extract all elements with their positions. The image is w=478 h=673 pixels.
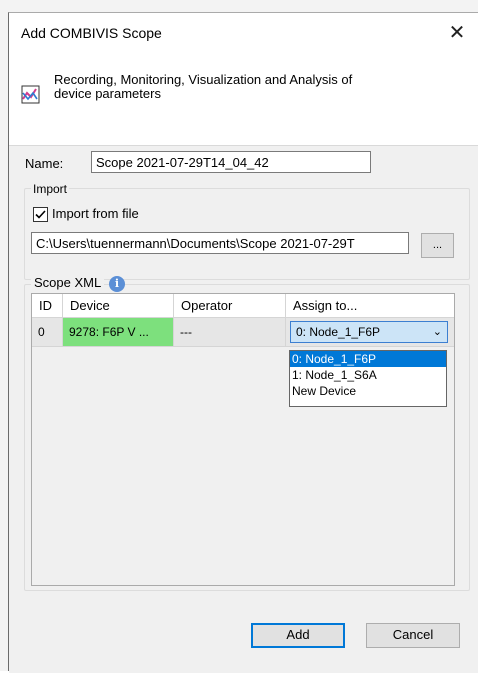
- table-cell-device: 9278: F6P V ...: [63, 318, 174, 347]
- dialog-title: Add COMBIVIS Scope: [21, 25, 162, 41]
- title-bar: Add COMBIVIS Scope ✕: [9, 13, 478, 53]
- column-header-id[interactable]: ID: [32, 294, 63, 318]
- chart-icon: [21, 85, 40, 104]
- column-header-operator[interactable]: Operator: [174, 294, 286, 318]
- dropdown-option[interactable]: New Device: [290, 383, 446, 399]
- info-icon[interactable]: i: [109, 276, 125, 292]
- scope-xml-legend: Scope XML: [31, 275, 105, 290]
- dropdown-option[interactable]: 1: Node_1_S6A: [290, 367, 446, 383]
- checkmark-icon: [35, 210, 46, 219]
- import-from-file-checkbox[interactable]: [33, 207, 48, 222]
- assign-to-value: 0: Node_1_F6P: [296, 325, 381, 339]
- name-input[interactable]: Scope 2021-07-29T14_04_42: [91, 151, 371, 173]
- add-button[interactable]: Add: [251, 623, 345, 648]
- table-cell-operator: ---: [174, 318, 286, 347]
- column-header-assign[interactable]: Assign to...: [286, 294, 454, 318]
- table-cell-id: 0: [32, 318, 63, 347]
- dialog-description: Recording, Monitoring, Visualization and…: [54, 73, 434, 101]
- column-header-device[interactable]: Device: [63, 294, 174, 318]
- cancel-button[interactable]: Cancel: [366, 623, 460, 648]
- description-line-2: device parameters: [54, 86, 161, 101]
- scope-table: ID Device Operator Assign to... 0 9278: …: [31, 293, 455, 586]
- description-line-1: Recording, Monitoring, Visualization and…: [54, 72, 353, 87]
- chevron-down-icon: ⌄: [432, 326, 442, 338]
- import-legend: Import: [31, 182, 70, 196]
- import-from-file-label[interactable]: Import from file: [52, 206, 139, 221]
- browse-button[interactable]: ...: [421, 233, 454, 258]
- name-label: Name:: [25, 156, 64, 171]
- file-path-input[interactable]: C:\Users\tuennermann\Documents\Scope 202…: [31, 232, 409, 254]
- assign-to-dropdown-list: 0: Node_1_F6P 1: Node_1_S6A New Device: [289, 350, 447, 407]
- assign-to-dropdown[interactable]: 0: Node_1_F6P ⌄: [290, 321, 448, 343]
- close-icon[interactable]: ✕: [442, 18, 472, 48]
- dropdown-option[interactable]: 0: Node_1_F6P: [290, 351, 446, 367]
